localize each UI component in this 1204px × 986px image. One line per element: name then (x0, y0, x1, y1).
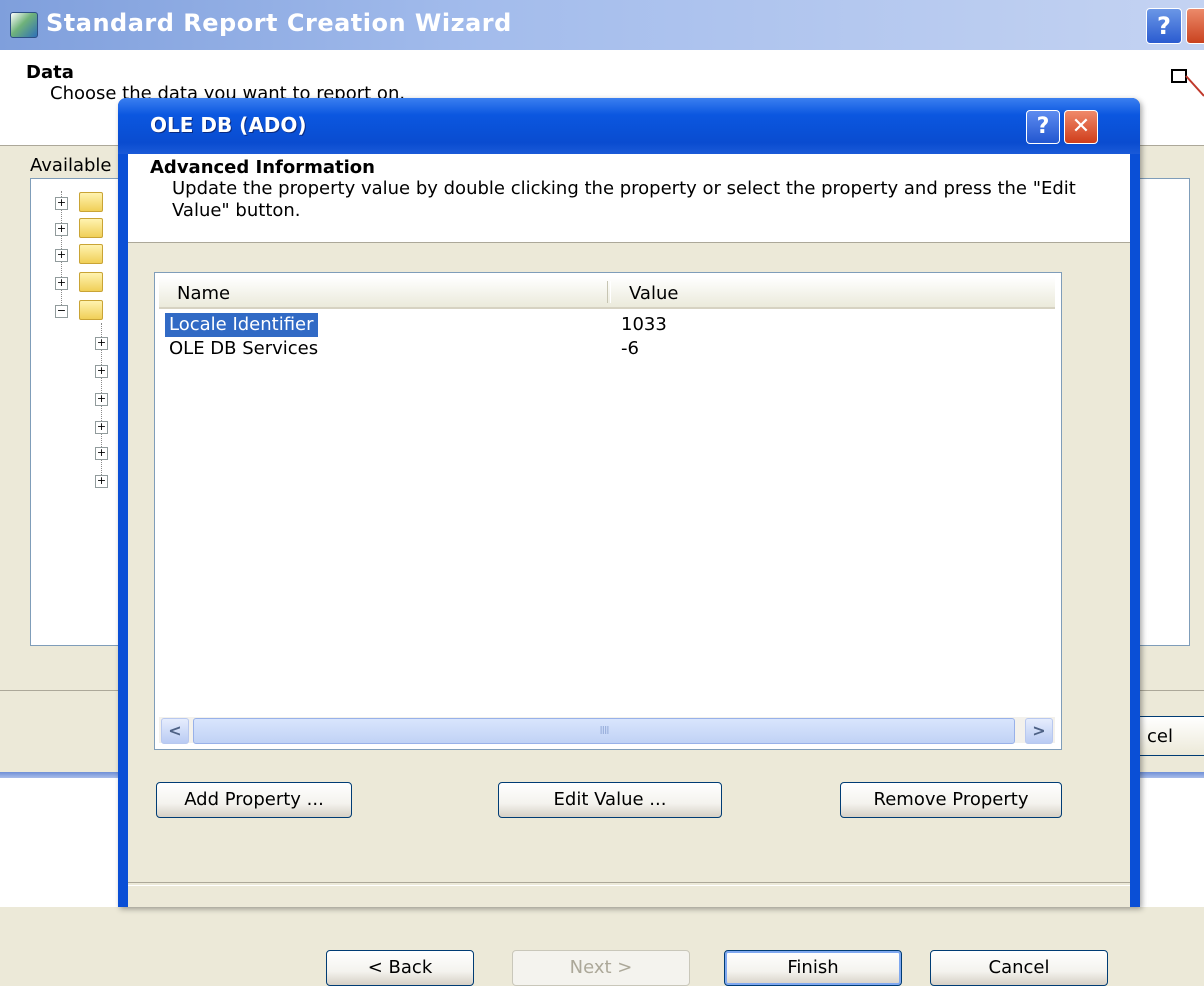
dialog-close-button[interactable]: ✕ (1064, 110, 1098, 144)
expand-icon[interactable]: + (55, 197, 68, 210)
collapse-icon[interactable]: − (55, 305, 68, 318)
horizontal-scrollbar[interactable]: < IIII > (159, 717, 1055, 744)
expand-icon[interactable]: + (95, 365, 108, 378)
back-button[interactable]: < Back (326, 950, 474, 986)
dialog-header: Advanced Information Update the property… (128, 154, 1130, 243)
dialog-footer-divider (128, 882, 1130, 886)
folder-icon (79, 244, 103, 264)
property-value-cell[interactable]: 1033 (621, 313, 667, 337)
property-name-cell[interactable]: OLE DB Services (165, 337, 322, 361)
edit-value-button[interactable]: Edit Value ... (498, 782, 722, 818)
dialog-body: Advanced Information Update the property… (128, 154, 1130, 986)
folder-icon (79, 272, 103, 292)
wizard-close-button[interactable] (1186, 8, 1204, 44)
finish-button[interactable]: Finish (724, 950, 902, 986)
folder-icon (79, 300, 103, 320)
wizard-section-title: Data (26, 62, 74, 83)
next-button[interactable]: Next > (512, 950, 690, 986)
dialog-title: OLE DB (ADO) (150, 113, 307, 137)
scroll-right-icon[interactable]: > (1025, 718, 1053, 744)
expand-icon[interactable]: + (95, 421, 108, 434)
expand-icon[interactable]: + (95, 447, 108, 460)
folder-icon (79, 218, 103, 238)
list-row[interactable]: Locale Identifier 1033 (159, 313, 1055, 337)
dialog-help-button[interactable]: ? (1026, 110, 1060, 144)
expand-icon[interactable]: + (95, 393, 108, 406)
column-header-value[interactable]: Value (629, 283, 678, 304)
wizard-help-button[interactable]: ? (1146, 8, 1182, 44)
expand-icon[interactable]: + (95, 475, 108, 488)
scrollbar-thumb[interactable]: IIII (193, 718, 1015, 744)
data-source-icon (1171, 69, 1204, 97)
expand-icon[interactable]: + (55, 249, 68, 262)
wizard-title: Standard Report Creation Wizard (46, 9, 512, 37)
property-value-cell[interactable]: -6 (621, 337, 639, 361)
property-name-cell[interactable]: Locale Identifier (165, 313, 318, 337)
list-row[interactable]: OLE DB Services -6 (159, 337, 1055, 361)
header-description: Update the property value by double clic… (172, 178, 1076, 221)
column-divider[interactable] (607, 281, 611, 303)
scroll-left-icon[interactable]: < (161, 718, 189, 744)
wizard-app-icon (10, 12, 38, 38)
remove-property-button[interactable]: Remove Property (840, 782, 1062, 818)
ole-db-dialog: OLE DB (ADO) ? ✕ Advanced Information Up… (118, 98, 1140, 986)
add-property-button[interactable]: Add Property ... (156, 782, 352, 818)
header-title: Advanced Information (150, 157, 375, 178)
expand-icon[interactable]: + (55, 277, 68, 290)
dialog-titlebar[interactable]: OLE DB (ADO) ? ✕ (118, 98, 1140, 154)
cancel-button[interactable]: Cancel (930, 950, 1108, 986)
list-header: Name Value (159, 277, 1055, 309)
properties-list[interactable]: Name Value Locale Identifier 1033 OLE DB… (154, 272, 1062, 750)
folder-icon (79, 192, 103, 212)
expand-icon[interactable]: + (55, 223, 68, 236)
available-data-label: Available (30, 155, 112, 176)
column-header-name[interactable]: Name (177, 283, 230, 304)
expand-icon[interactable]: + (95, 337, 108, 350)
